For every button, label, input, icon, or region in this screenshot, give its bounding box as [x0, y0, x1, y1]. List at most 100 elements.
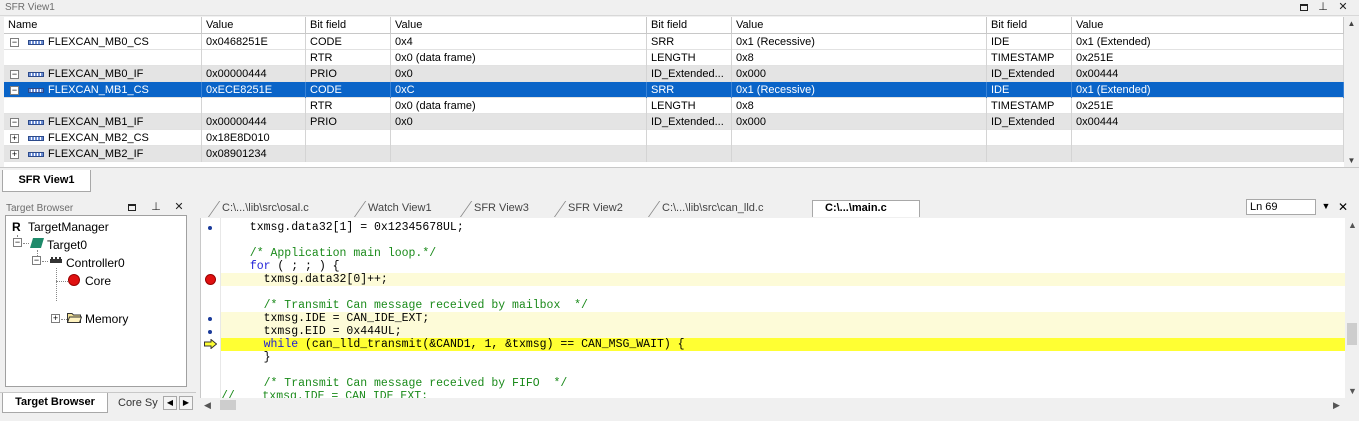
- sfr-cell[interactable]: 0xECE8251E: [202, 82, 306, 98]
- sfr-cell[interactable]: 0x00000444: [202, 114, 306, 130]
- scroll-left-icon[interactable]: ◀: [204, 400, 211, 411]
- chevron-down-icon[interactable]: ▼: [1319, 201, 1333, 211]
- scroll-up-icon[interactable]: ▲: [1346, 18, 1357, 29]
- sfr-cell[interactable]: 0x1 (Extended): [1072, 82, 1344, 98]
- sfr-cell[interactable]: TIMESTAMP: [987, 98, 1072, 114]
- code-line[interactable]: [221, 286, 1345, 299]
- code-line[interactable]: }: [221, 351, 1345, 364]
- register-name-cell[interactable]: + FLEXCAN_MB2_CS: [4, 130, 202, 146]
- current-line-arrow-icon[interactable]: [201, 338, 221, 351]
- sfr-cell[interactable]: [306, 146, 391, 162]
- restore-icon[interactable]: [1297, 1, 1311, 14]
- sfr-cell[interactable]: TIMESTAMP: [987, 50, 1072, 66]
- sfr-cell[interactable]: [1072, 146, 1344, 162]
- sfr-cell[interactable]: ID_Extended: [987, 114, 1072, 130]
- column-header[interactable]: Value: [732, 17, 987, 34]
- code-line[interactable]: /* Transmit Can message received by mail…: [221, 299, 1345, 312]
- sfr-cell[interactable]: 0x8: [732, 50, 987, 66]
- register-name-cell[interactable]: − FLEXCAN_MB0_CS: [4, 34, 202, 50]
- line-indicator[interactable]: Ln 69: [1246, 199, 1316, 215]
- close-icon[interactable]: ✕: [172, 201, 186, 214]
- code-line[interactable]: txmsg.data32[1] = 0x12345678UL;: [221, 221, 1345, 234]
- tree-item-targetmanager[interactable]: TargetManager: [28, 219, 109, 235]
- sfr-cell[interactable]: 0x000: [732, 114, 987, 130]
- sfr-cell[interactable]: 0x4: [391, 34, 647, 50]
- sfr-cell[interactable]: 0x0: [391, 114, 647, 130]
- code-line-marker-icon[interactable]: [201, 325, 221, 338]
- code-line[interactable]: txmsg.EID = 0x444UL;: [221, 325, 1345, 338]
- sfr-cell[interactable]: 0xC: [391, 82, 647, 98]
- tab-sfr-view3[interactable]: SFR View3: [456, 201, 548, 217]
- sfr-cell[interactable]: [202, 98, 306, 114]
- sfr-cell[interactable]: ID_Extended...: [647, 66, 732, 82]
- sfr-cell[interactable]: 0x251E: [1072, 50, 1344, 66]
- code-line[interactable]: [221, 234, 1345, 247]
- sfr-row[interactable]: − FLEXCAN_MB0_CS 0x0468251E CODE 0x4 SRR 0x1 (…: [4, 34, 1344, 50]
- sfr-cell[interactable]: 0x1 (Recessive): [732, 82, 987, 98]
- expand-icon[interactable]: +: [10, 134, 19, 143]
- code-editor[interactable]: txmsg.data32[1] = 0x12345678UL; /* Appli…: [200, 218, 1345, 398]
- sfr-row[interactable]: RTR 0x0 (data frame) LENGTH 0x8 TIMESTAMP 0x2…: [4, 98, 1344, 114]
- tree-item-core[interactable]: Core: [85, 273, 111, 289]
- sfr-cell[interactable]: 0x0: [391, 66, 647, 82]
- code-line[interactable]: txmsg.data32[0]++;: [221, 273, 1345, 286]
- sfr-cell[interactable]: 0x1 (Recessive): [732, 34, 987, 50]
- column-header[interactable]: Value: [202, 17, 306, 34]
- sfr-cell[interactable]: RTR: [306, 98, 391, 114]
- sfr-row[interactable]: RTR 0x0 (data frame) LENGTH 0x8 TIMESTAMP 0x2…: [4, 50, 1344, 66]
- sfr-cell[interactable]: [732, 146, 987, 162]
- sfr-cell[interactable]: [987, 146, 1072, 162]
- sfr-grid[interactable]: Name Value Bit field Value Bit field Value Bit…: [4, 17, 1344, 167]
- sfr-cell[interactable]: CODE: [306, 82, 391, 98]
- register-name-cell[interactable]: + FLEXCAN_MB2_IF: [4, 146, 202, 162]
- tab-sfr-view1[interactable]: SFR View1: [2, 170, 91, 192]
- tree-expand-toggle[interactable]: +: [51, 314, 60, 323]
- sfr-cell[interactable]: ID_Extended...: [647, 114, 732, 130]
- sfr-cell[interactable]: SRR: [647, 82, 732, 98]
- tab-target-browser[interactable]: Target Browser: [2, 393, 108, 413]
- code-line[interactable]: while (can_lld_transmit(&CAND1, 1, &txms…: [221, 338, 1345, 351]
- sfr-cell[interactable]: 0x000: [732, 66, 987, 82]
- scroll-down-icon[interactable]: ▼: [1346, 155, 1357, 166]
- code-line[interactable]: // txmsg.IDE = CAN_IDE_EXT;: [221, 390, 1345, 398]
- tree-item-memory[interactable]: Memory: [85, 311, 128, 327]
- tree-item-target0[interactable]: Target0: [47, 237, 87, 253]
- column-header[interactable]: Bit field: [306, 17, 391, 34]
- close-icon[interactable]: ✕: [1336, 1, 1350, 14]
- editor-horizontal-scrollbar[interactable]: ◀ ▶: [200, 398, 1345, 412]
- sfr-cell[interactable]: RTR: [306, 50, 391, 66]
- tree-collapse-toggle[interactable]: −: [13, 238, 22, 247]
- collapse-icon[interactable]: −: [10, 70, 19, 79]
- column-header[interactable]: Name: [4, 17, 202, 34]
- tab-core-sy[interactable]: Core Sy: [118, 397, 162, 409]
- register-name-cell[interactable]: [4, 50, 202, 66]
- sfr-cell[interactable]: SRR: [647, 34, 732, 50]
- sfr-cell[interactable]: IDE: [987, 82, 1072, 98]
- breakpoint-icon[interactable]: [201, 273, 221, 286]
- collapse-icon[interactable]: −: [10, 86, 19, 95]
- scroll-thumb[interactable]: [220, 400, 236, 410]
- sfr-row[interactable]: − FLEXCAN_MB1_CS 0xECE8251E CODE 0xC SRR 0x1 (…: [4, 82, 1344, 98]
- sfr-cell[interactable]: [647, 146, 732, 162]
- restore-icon[interactable]: [125, 201, 139, 214]
- scroll-right-icon[interactable]: ▶: [1333, 400, 1340, 411]
- editor-vertical-scrollbar[interactable]: ▲ ▼: [1345, 218, 1359, 398]
- sfr-cell[interactable]: 0x18E8D010: [202, 130, 306, 146]
- sfr-cell[interactable]: [647, 130, 732, 146]
- sfr-cell[interactable]: 0x8: [732, 98, 987, 114]
- tab-watch-view1[interactable]: Watch View1: [350, 201, 452, 217]
- sfr-row[interactable]: + FLEXCAN_MB2_IF 0x08901234: [4, 146, 1344, 162]
- sfr-cell[interactable]: [987, 130, 1072, 146]
- tab-scroll-right-icon[interactable]: ▶: [179, 396, 193, 410]
- sfr-cell[interactable]: [391, 130, 647, 146]
- register-name-cell[interactable]: − FLEXCAN_MB0_IF: [4, 66, 202, 82]
- code-line-marker-icon[interactable]: [201, 221, 221, 234]
- sfr-cell[interactable]: 0x00444: [1072, 114, 1344, 130]
- column-header[interactable]: Bit field: [987, 17, 1072, 34]
- code-line[interactable]: /* Application main loop.*/: [221, 247, 1345, 260]
- register-name-cell[interactable]: [4, 98, 202, 114]
- sfr-cell[interactable]: [732, 130, 987, 146]
- pin-icon[interactable]: ⊥: [1316, 1, 1330, 14]
- sfr-cell[interactable]: LENGTH: [647, 50, 732, 66]
- sfr-cell[interactable]: 0x0 (data frame): [391, 98, 647, 114]
